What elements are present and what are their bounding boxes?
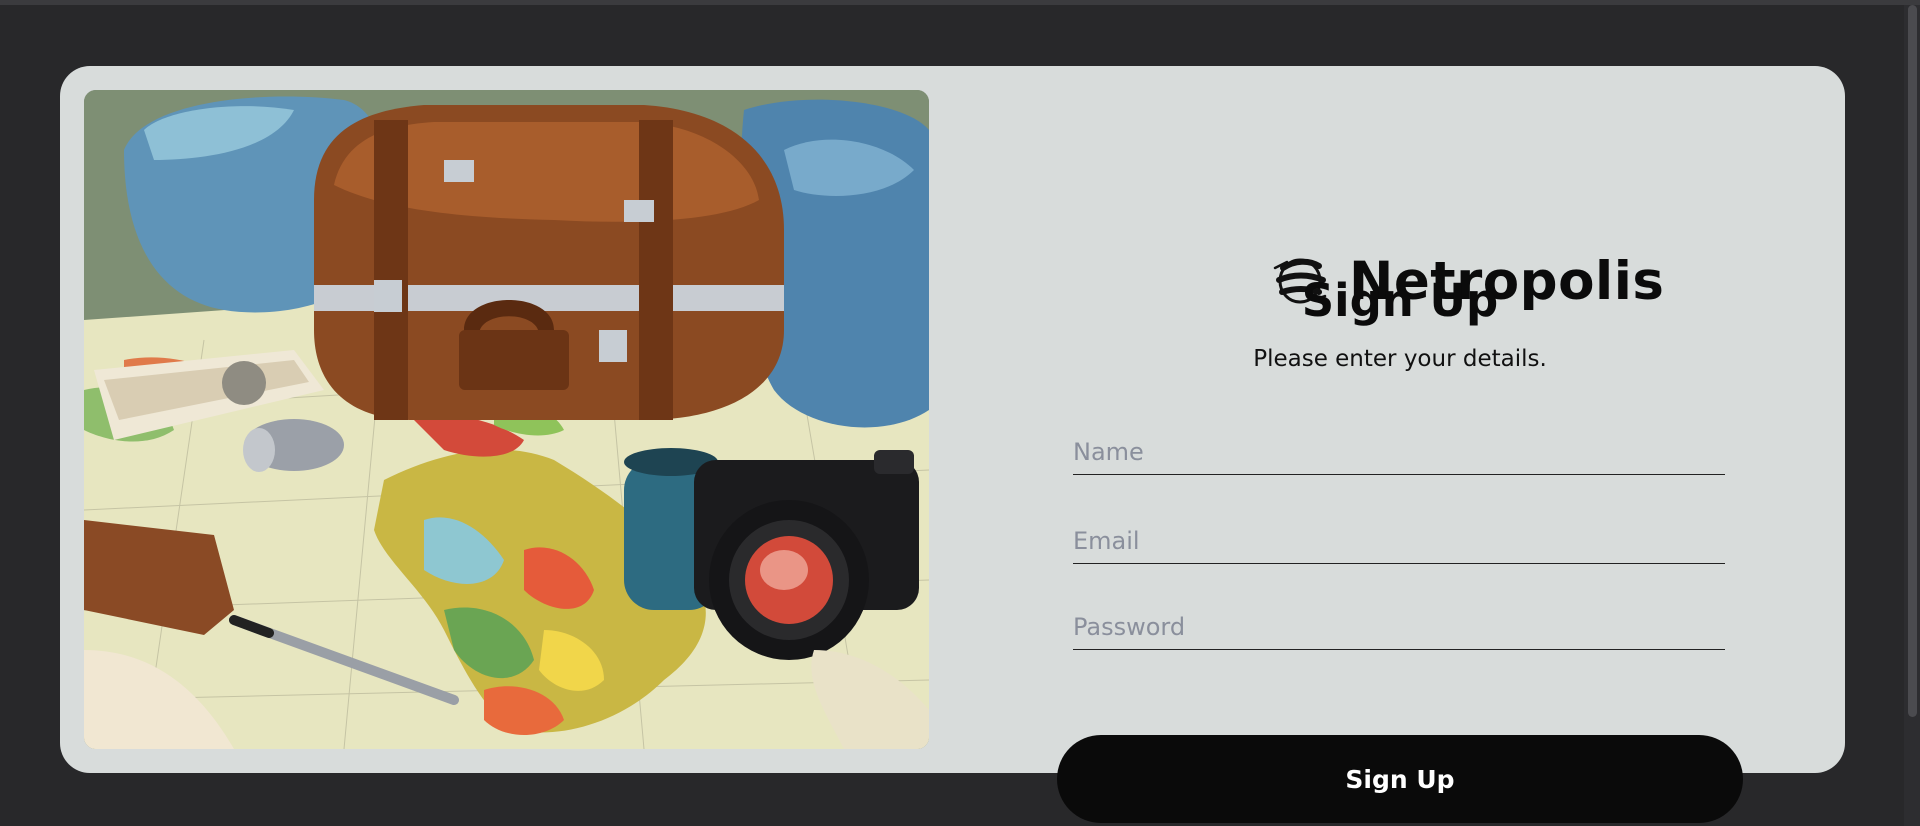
email-input[interactable]	[1073, 518, 1725, 564]
scrollbar-thumb[interactable]	[1908, 5, 1917, 717]
password-input[interactable]	[1073, 604, 1725, 650]
page-subtitle: Please enter your details.	[1253, 346, 1547, 372]
scrollbar[interactable]	[1904, 5, 1920, 826]
hero-image	[84, 90, 929, 749]
sign-up-button[interactable]: Sign Up	[1057, 735, 1743, 823]
signup-card: Netropolis	[60, 66, 1845, 773]
page-title: Sign Up	[1301, 274, 1499, 327]
name-input[interactable]	[1073, 429, 1725, 475]
window-top-border	[0, 0, 1920, 5]
